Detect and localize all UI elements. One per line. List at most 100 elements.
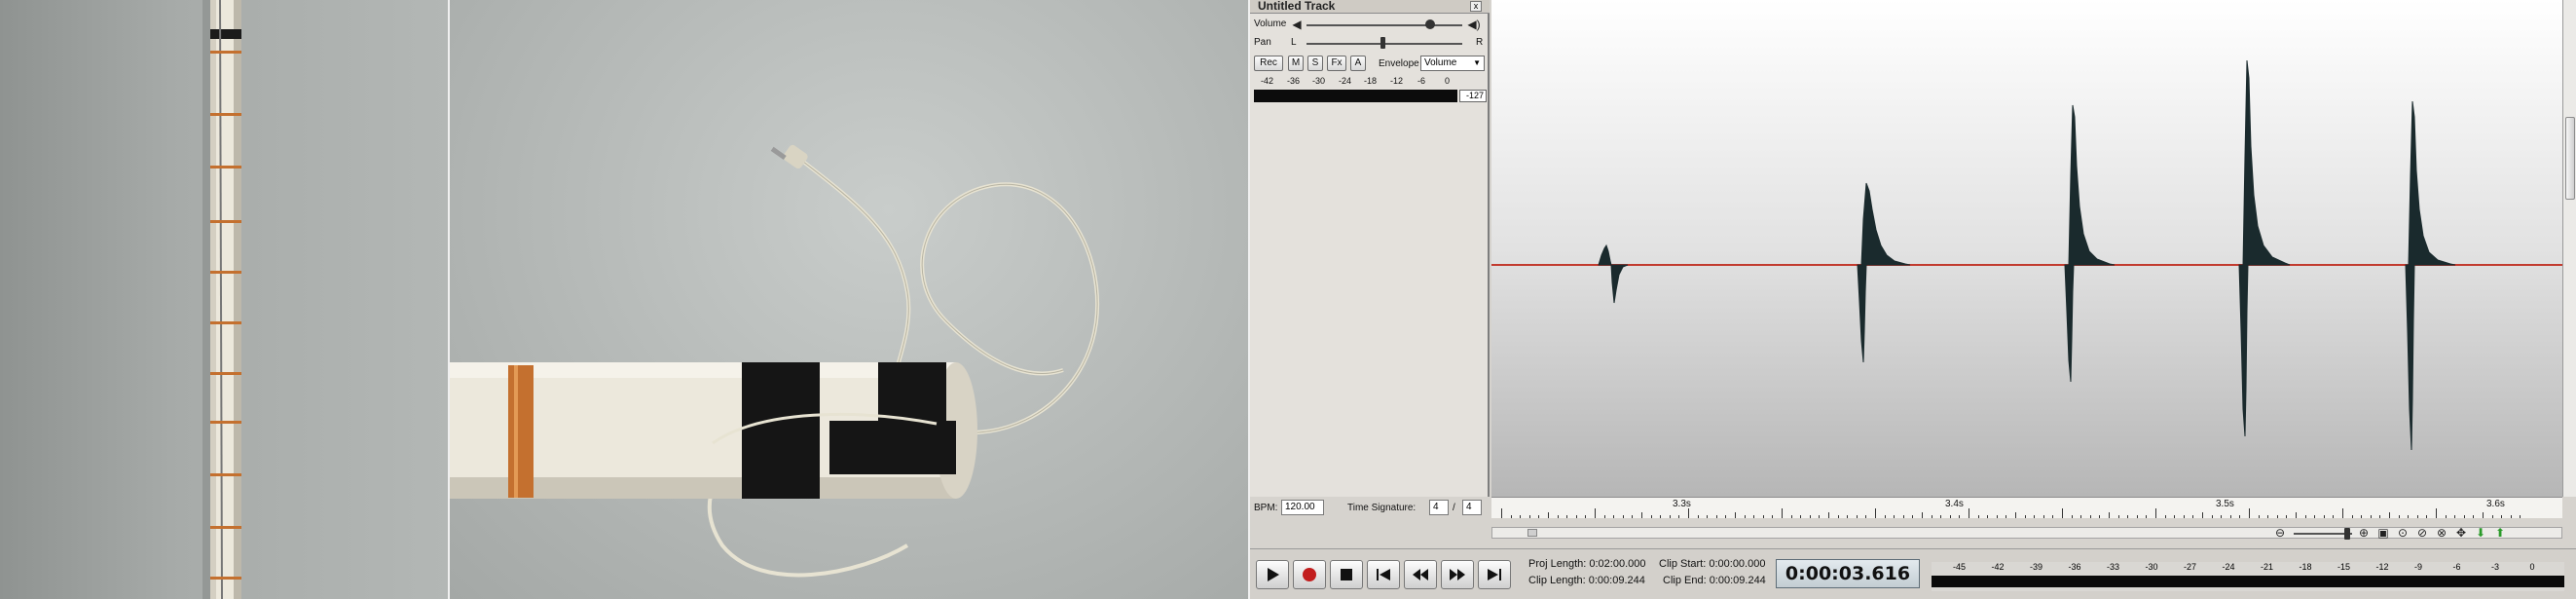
zoom-slider-thumb[interactable] [2344, 528, 2350, 540]
ruler-tick [2267, 515, 2269, 518]
ruler-tick [1632, 515, 1634, 518]
zoom-in-icon[interactable]: ⊕ [2356, 525, 2372, 541]
ruler-tick [2062, 508, 2063, 518]
ruler-tick [1660, 515, 1662, 518]
ruler-tick [2080, 515, 2082, 518]
waveform-canvas [1491, 59, 2562, 451]
volume-slider-track[interactable] [1306, 24, 1462, 26]
zoom-selection-icon[interactable]: ⊙ [2395, 525, 2410, 541]
play-icon [1268, 568, 1279, 581]
output-meter-tick: -21 [2261, 562, 2274, 572]
ruler-tick [1912, 515, 1914, 518]
pan-left-label: L [1291, 37, 1297, 48]
vertical-scrollbar[interactable] [2562, 0, 2576, 497]
play-button[interactable] [1256, 560, 1289, 589]
skip-to-end-button[interactable] [1478, 560, 1511, 589]
zoom-toggle-icon[interactable]: ⊗ [2434, 525, 2449, 541]
ruler-tick [2249, 508, 2250, 518]
output-meter-tick: -27 [2184, 562, 2197, 572]
ruler-tick [1762, 515, 1764, 518]
pan-slider-thumb[interactable] [1380, 37, 1385, 49]
ruler-tick [2333, 515, 2335, 518]
ruler-tick [2510, 515, 2512, 518]
ruler-tick [1650, 515, 1652, 518]
pipe-photo-drawing [202, 0, 241, 599]
ruler-tick [2276, 515, 2278, 518]
ruler-tick [1613, 515, 1615, 518]
ruler-label: 3.6s [2486, 499, 2505, 509]
meter-tick: -30 [1312, 76, 1326, 86]
rewind-button[interactable] [1404, 560, 1437, 589]
stop-icon [1341, 569, 1352, 580]
ruler-tick [2296, 512, 2297, 518]
zoom-fit-icon[interactable]: ▣ [2375, 525, 2391, 541]
ruler-tick [1884, 515, 1886, 518]
arrow-up-icon[interactable]: ⬆ [2492, 525, 2508, 541]
clip-start: Clip Start: 0:00:00.000 [1659, 558, 1766, 570]
arrow-down-icon[interactable]: ⬇ [2473, 525, 2488, 541]
horizontal-scrollbar-thumb[interactable] [1527, 529, 1537, 537]
ruler-tick [2136, 515, 2138, 518]
ruler-tick [1959, 515, 1961, 518]
ruler-tick [2146, 515, 2148, 518]
ruler-tick [1538, 515, 1540, 518]
skip-to-start-button[interactable] [1367, 560, 1400, 589]
time-signature-denominator[interactable]: 4 [1462, 500, 1482, 515]
pan-right-label: R [1476, 37, 1484, 48]
mute-button[interactable]: M [1288, 56, 1304, 71]
envelope-select[interactable]: Volume ▼ [1420, 56, 1485, 71]
time-signature-numerator[interactable]: 4 [1429, 500, 1449, 515]
ruler-tick [2117, 515, 2119, 518]
bpm-label: BPM: [1254, 503, 1278, 513]
output-meter-bar [1932, 576, 2564, 587]
waveform-area[interactable] [1491, 0, 2562, 497]
zoom-slider-track[interactable] [2294, 533, 2352, 535]
vertical-scrollbar-thumb[interactable] [2565, 117, 2575, 200]
solo-button[interactable]: S [1307, 56, 1323, 71]
ruler-tick [1865, 515, 1867, 518]
ruler-tick [1987, 515, 1989, 518]
zoom-out-icon[interactable]: ⊖ [2272, 525, 2288, 541]
effects-button[interactable]: Fx [1327, 56, 1346, 71]
ruler-tick [2109, 512, 2110, 518]
ruler-tick [2463, 515, 2465, 518]
waveform-pulse [1857, 264, 1867, 363]
ruler-tick [1809, 515, 1811, 518]
track-title[interactable]: Untitled Track [1250, 0, 1490, 14]
automation-button[interactable]: A [1350, 56, 1366, 71]
ruler-tick [1782, 508, 1783, 518]
clip-end: Clip End: 0:00:09.244 [1663, 575, 1766, 586]
ruler-tick [2416, 515, 2418, 518]
ruler-tick [1856, 515, 1858, 518]
ruler-tick [2071, 515, 2073, 518]
record-button[interactable] [1293, 560, 1326, 589]
ruler-tick [2286, 515, 2288, 518]
skip-start-icon [1377, 569, 1390, 580]
ruler-tick [1669, 515, 1671, 518]
ruler-tick [1622, 515, 1624, 518]
close-track-button[interactable]: x [1470, 1, 1482, 12]
ruler-tick [2211, 515, 2213, 518]
ruler-tick [2436, 508, 2437, 518]
zoom-normal-icon[interactable]: ⊘ [2414, 525, 2430, 541]
transport-toolbar: Proj Length: 0:02:00.000 Clip Length: 0:… [1250, 548, 2576, 599]
ruler-tick [2174, 515, 2176, 518]
move-tool-icon[interactable]: ✥ [2453, 525, 2469, 541]
bpm-input[interactable]: 120.00 [1281, 500, 1324, 515]
fast-forward-button[interactable] [1441, 560, 1474, 589]
ruler-tick [1753, 515, 1755, 518]
ruler-tick [1922, 512, 1923, 518]
ruler-tick [1940, 515, 1942, 518]
ruler-label: 3.4s [1945, 499, 1964, 509]
ruler-tick [1875, 508, 1876, 518]
timeline-ruler[interactable]: 3.3s 3.4s 3.5s 3.6s [1491, 497, 2562, 518]
ruler-tick [2034, 515, 2036, 518]
ruler-tick [2099, 515, 2101, 518]
meter-tick: -42 [1261, 76, 1274, 86]
stop-button[interactable] [1330, 560, 1363, 589]
volume-slider-thumb[interactable] [1425, 19, 1435, 29]
record-arm-button[interactable]: Rec [1254, 56, 1283, 71]
track-level-meter [1254, 90, 1457, 102]
ruler-label: 3.3s [1673, 499, 1691, 509]
fast-forward-icon [1450, 569, 1465, 580]
